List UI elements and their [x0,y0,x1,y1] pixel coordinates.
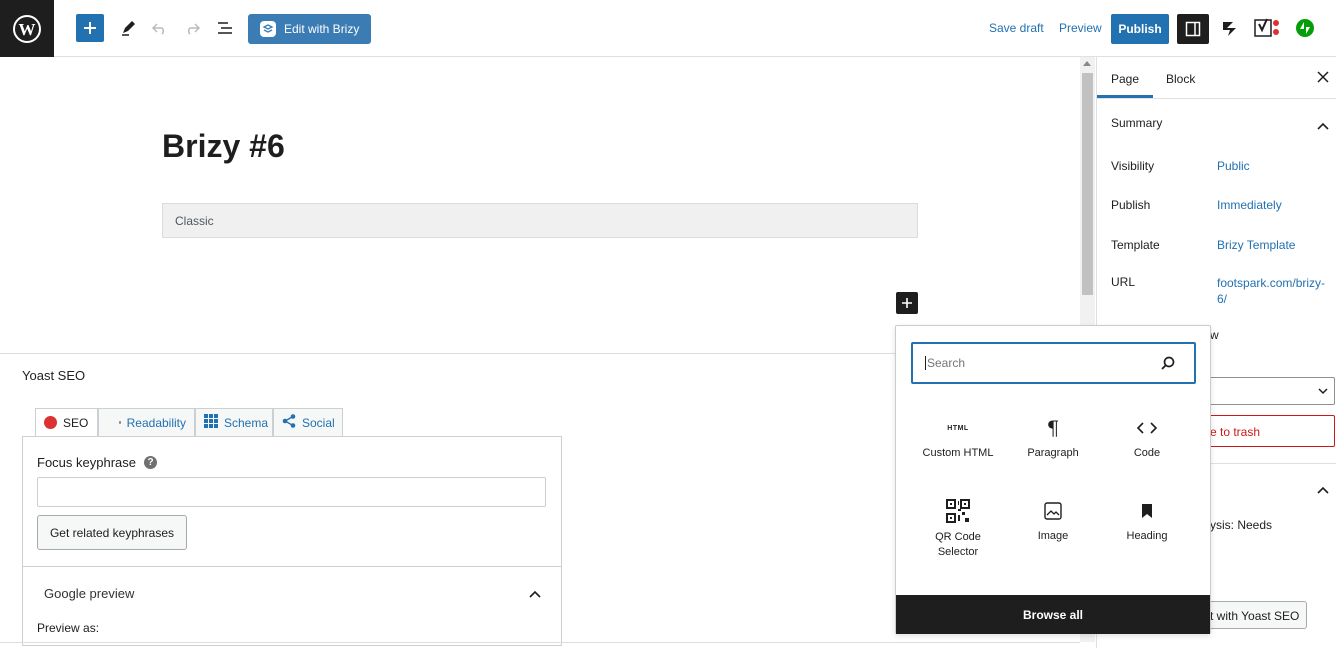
share-icon [282,414,296,431]
edit-pencil-icon[interactable] [114,14,142,42]
grid-icon [204,414,218,431]
settings-sidebar-icon[interactable] [1177,14,1209,44]
tab-seo[interactable]: SEO [35,408,98,437]
readability-dot-icon [119,421,121,424]
block-label: Custom HTML [922,447,994,459]
jetpack-icon[interactable] [1291,14,1319,42]
block-heading[interactable]: Heading [1100,496,1194,542]
get-related-keyphrases-button[interactable]: Get related keyphrases [37,515,187,550]
post-title[interactable]: Brizy #6 [162,128,285,165]
search-placeholder: Search [925,356,966,370]
help-icon[interactable]: ? [144,456,157,469]
chevron-up-icon[interactable] [528,586,542,604]
google-preview-heading[interactable]: Google preview [44,586,134,601]
publish-button[interactable]: Publish [1111,14,1169,44]
focus-keyphrase-label: Focus keyphrase [37,455,136,470]
brizy-icon [260,21,276,37]
visibility-value[interactable]: Public [1217,159,1250,173]
block-label: Code [1133,447,1161,459]
improve-with-yoast-button[interactable]: t with Yoast SEO [1197,601,1307,629]
preview-button[interactable]: Preview [1059,21,1102,35]
search-icon [1161,356,1175,370]
seo-analysis-text: ysis: Needs [1210,518,1272,532]
url-label: URL [1111,275,1136,289]
tab-block[interactable]: Block [1166,72,1195,86]
focus-keyphrase-input[interactable] [37,477,546,507]
top-toolbar: W Edit with Brizy Save draft Preview Pub… [0,0,1336,57]
brizy-label: Edit with Brizy [284,22,360,36]
block-label: Paragraph [1027,447,1079,459]
focus-keyphrase-row: Focus keyphrase ? [37,455,157,470]
code-icon [1100,413,1194,443]
list-view-icon[interactable] [211,14,239,42]
browse-all-button[interactable]: Browse all [896,595,1210,634]
publish-label: Publish [1111,198,1151,212]
tab-schema[interactable]: Schema [195,408,273,437]
close-icon[interactable] [1317,70,1329,88]
block-qr-code-selector[interactable]: QR Code Selector [911,496,1005,560]
partial-text-w: w [1210,328,1219,342]
block-label: Image [1037,530,1069,542]
tab-seo-label: SEO [63,415,89,430]
save-draft-button[interactable]: Save draft [989,21,1044,35]
section-chevron-up-icon[interactable] [1317,481,1329,499]
tab-social[interactable]: Social [273,408,343,437]
undo-icon[interactable] [146,14,174,42]
seo-analysis-partial: ysis: Needs [1210,518,1273,532]
wordpress-logo-icon[interactable]: W [0,0,54,57]
block-label: QR Code Selector [935,531,981,558]
block-search-input[interactable]: Search [911,342,1196,384]
google-preview-section [22,566,562,567]
bookmark-icon [1100,496,1194,526]
preview-as-label: Preview as: [37,621,100,635]
tab-social-label: Social [302,415,335,430]
performance-icon[interactable] [1216,14,1244,42]
select-chevron-down-icon [1318,388,1328,395]
block-label: Heading [1126,530,1168,542]
yoast-icon[interactable] [1252,14,1282,42]
template-label: Template [1111,238,1160,252]
qr-icon [911,496,1005,526]
block-image[interactable]: Image [1006,496,1100,542]
add-block-button[interactable] [76,14,104,42]
classic-block[interactable]: Classic [162,203,918,238]
edit-with-brizy-button[interactable]: Edit with Brizy [248,14,371,44]
block-custom-html[interactable]: HTML Custom HTML [911,413,1005,460]
block-inserter-plus-icon[interactable] [896,292,918,314]
summary-chevron-up-icon[interactable] [1317,117,1329,135]
image-icon [1006,496,1100,526]
html-glyph: HTML [947,424,969,432]
visibility-label: Visibility [1111,159,1155,173]
publish-value[interactable]: Immediately [1217,198,1282,212]
redo-icon[interactable] [178,14,206,42]
template-select[interactable] [1197,377,1335,405]
seo-status-dot-icon [44,416,57,429]
summary-heading[interactable]: Summary [1111,116,1162,130]
sidebar-tabs-divider [1097,98,1336,99]
tab-schema-label: Schema [224,415,269,430]
tab-page[interactable]: Page [1111,72,1139,86]
yoast-title: Yoast SEO [22,368,86,383]
tab-readability[interactable]: Readability [98,408,195,437]
block-inserter-popover: Search HTML Custom HTML ¶ Paragraph Code… [895,325,1211,634]
move-to-trash-button[interactable]: e to trash [1197,415,1335,447]
tab-readability-label: Readability [126,415,186,430]
block-code[interactable]: Code [1100,413,1194,459]
html-icon: HTML [911,413,1005,443]
url-value[interactable]: footspark.com/brizy-6/ [1217,275,1329,307]
scroll-up-arrow-icon[interactable] [1083,61,1091,66]
classic-block-label: Classic [175,214,214,228]
svg-text:W: W [19,20,36,39]
paragraph-icon: ¶ [1046,416,1060,440]
template-value[interactable]: Brizy Template [1217,238,1295,252]
footer-divider [0,642,1080,643]
scrollbar-thumb[interactable] [1082,73,1093,295]
block-paragraph[interactable]: ¶ Paragraph [1006,413,1100,459]
